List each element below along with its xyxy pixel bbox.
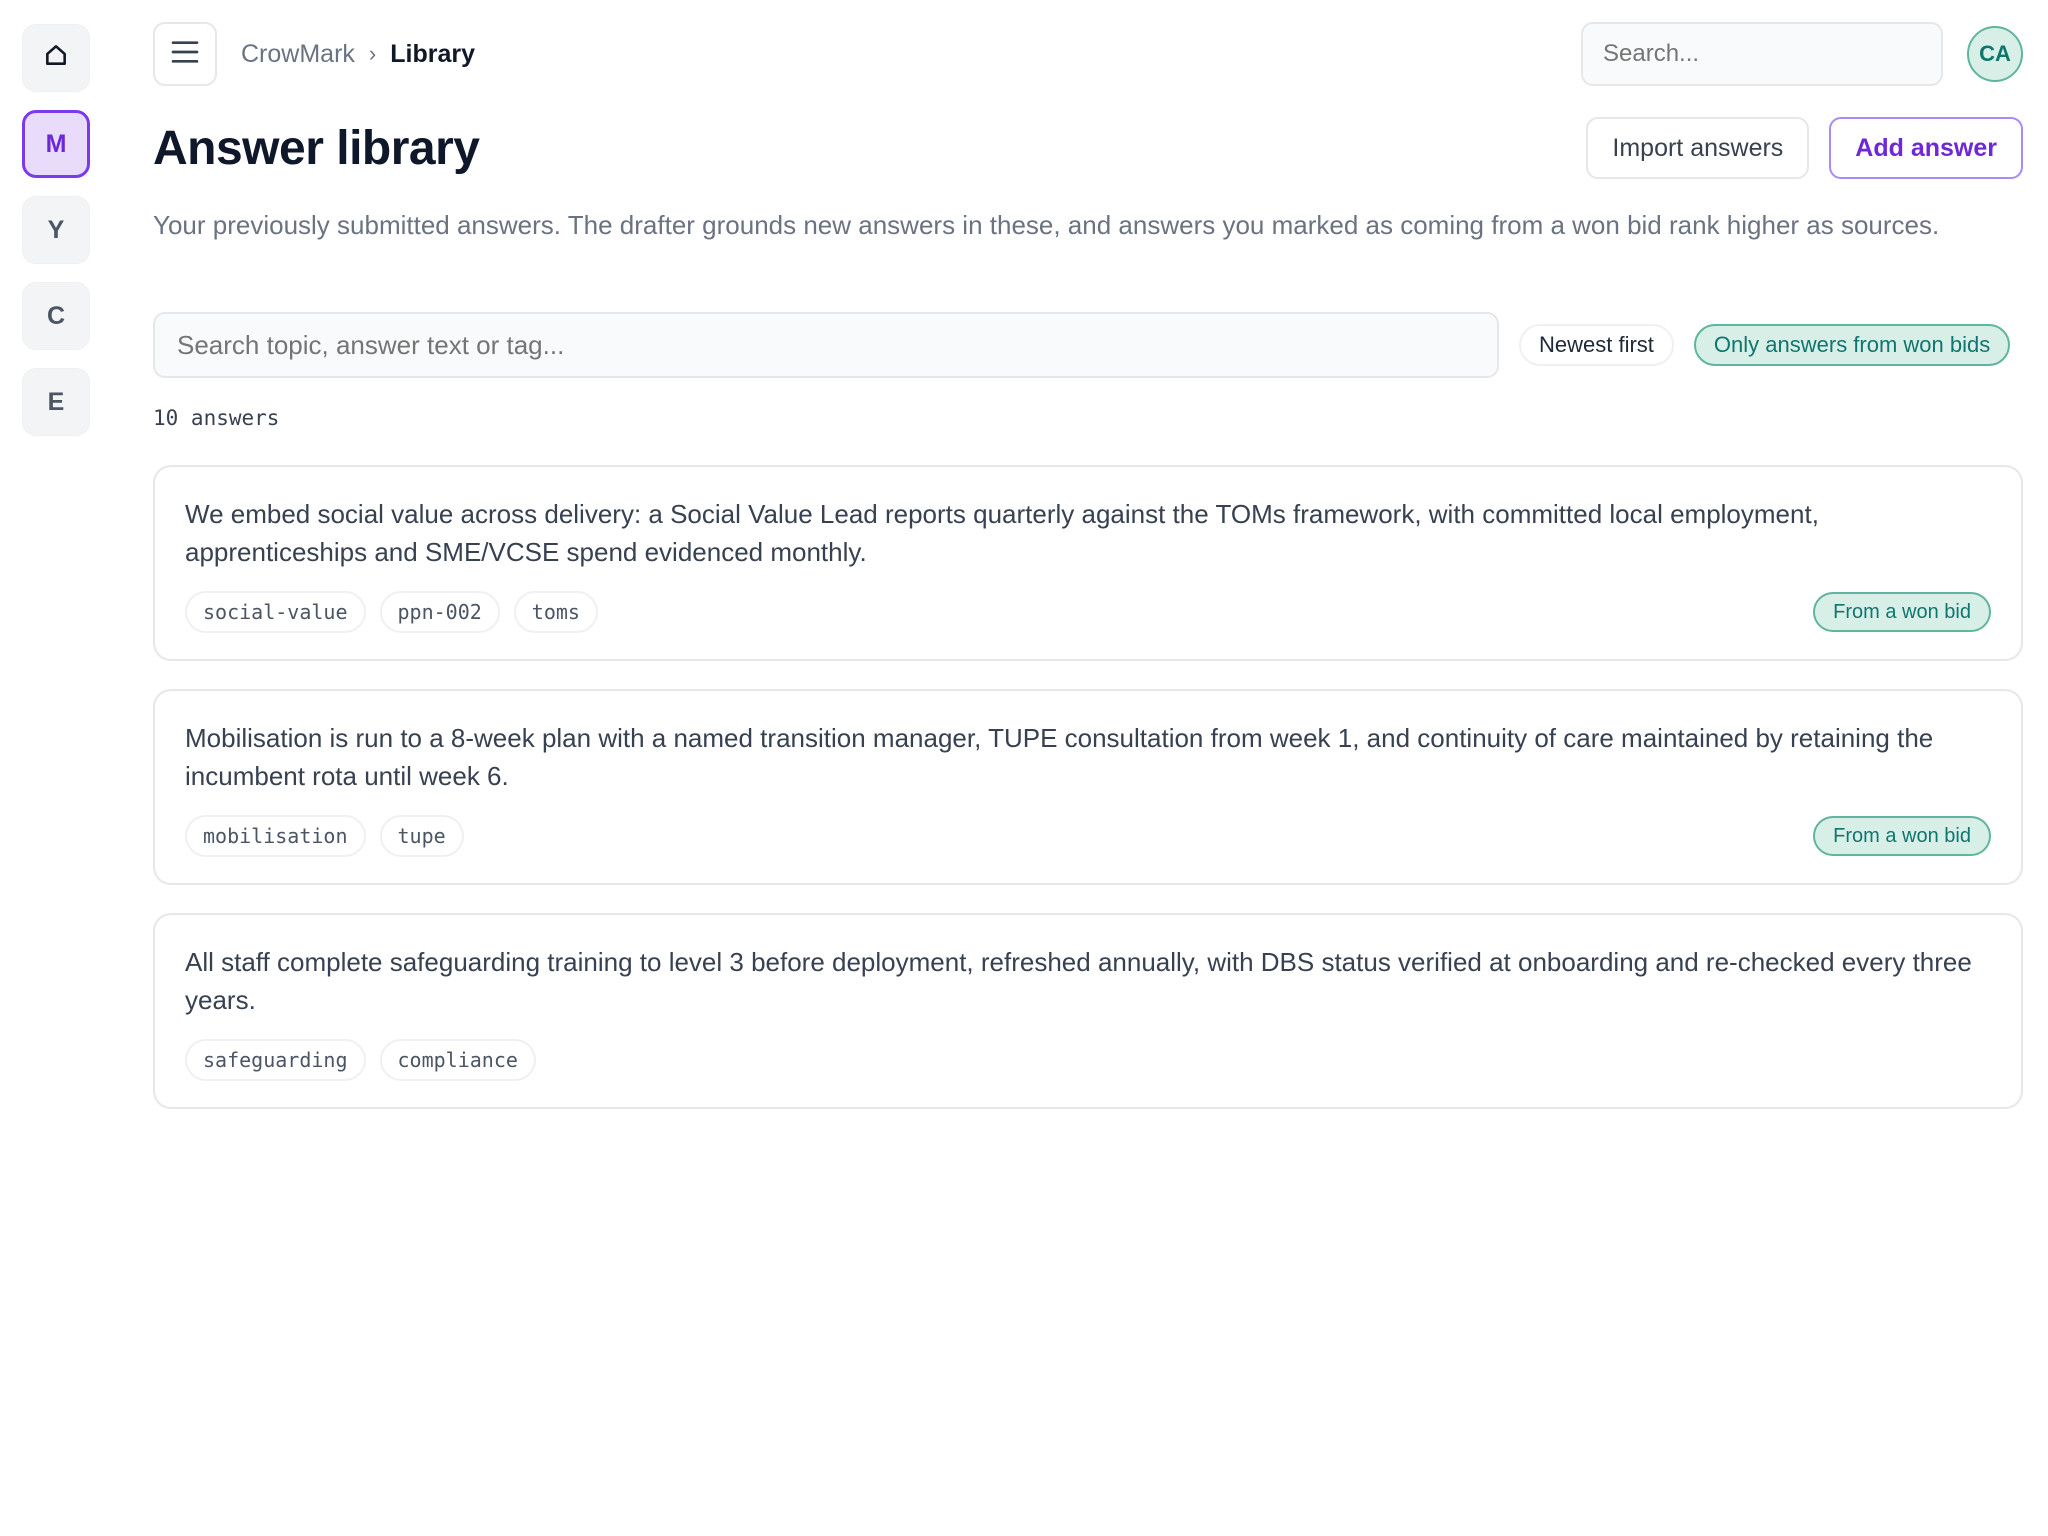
rail-workspace-y-button[interactable]: Y [22, 196, 90, 264]
won-bid-badge: From a won bid [1813, 592, 1991, 632]
page-header: Answer library Import answers Add answer [153, 116, 2023, 180]
sort-toggle[interactable]: Newest first [1519, 324, 1674, 366]
rail-home-button[interactable] [22, 24, 90, 92]
breadcrumb-root-link[interactable]: CrowMark [241, 40, 355, 69]
tag-chip[interactable]: safeguarding [185, 1039, 366, 1081]
global-search-input[interactable] [1581, 22, 1943, 86]
tag-list: social-value ppn-002 toms [185, 591, 598, 633]
won-bids-filter-toggle[interactable]: Only answers from won bids [1693, 324, 2011, 366]
top-bar: CrowMark › Library CA [153, 22, 2023, 86]
tag-chip[interactable]: ppn-002 [379, 591, 500, 633]
won-bid-badge: From a won bid [1813, 816, 1991, 856]
tag-chip[interactable]: tupe [379, 815, 464, 857]
answer-list: We embed social value across delivery: a… [153, 465, 2023, 1137]
page-title: Answer library [153, 121, 480, 175]
rail-workspace-c-button[interactable]: C [22, 282, 90, 350]
answer-card[interactable]: All staff complete safeguarding training… [153, 913, 2023, 1109]
tag-chip[interactable]: compliance [379, 1039, 536, 1081]
tag-chip[interactable]: toms [513, 591, 598, 633]
tag-list: mobilisation tupe [185, 815, 464, 857]
app-rail: M Y C E [0, 0, 112, 1536]
filter-bar: Newest first Only answers from won bids [153, 312, 2023, 378]
rail-workspace-m-button[interactable]: M [22, 110, 90, 178]
add-answer-button[interactable]: Add answer [1829, 117, 2023, 179]
answer-card[interactable]: Mobilisation is run to a 8-week plan wit… [153, 689, 2023, 885]
tag-chip[interactable]: mobilisation [185, 815, 366, 857]
tag-list: safeguarding compliance [185, 1039, 536, 1081]
breadcrumb: CrowMark › Library [241, 40, 475, 69]
answer-text: We embed social value across delivery: a… [185, 499, 1819, 567]
menu-button[interactable] [153, 22, 217, 86]
breadcrumb-current: Library [390, 39, 475, 68]
answer-search-input[interactable] [153, 312, 1499, 378]
answer-card[interactable]: We embed social value across delivery: a… [153, 465, 2023, 661]
import-answers-button[interactable]: Import answers [1586, 117, 1810, 179]
answer-text: All staff complete safeguarding training… [185, 947, 1972, 1015]
tag-chip[interactable]: social-value [185, 591, 366, 633]
page-description: Your previously submitted answers. The d… [153, 210, 1940, 240]
breadcrumb-separator: › [368, 41, 377, 66]
hamburger-icon [169, 36, 201, 73]
home-icon [43, 42, 69, 75]
answer-count: 10 answers [153, 406, 280, 430]
answer-text: Mobilisation is run to a 8-week plan wit… [185, 723, 1934, 791]
avatar[interactable]: CA [1967, 26, 2023, 82]
rail-workspace-e-button[interactable]: E [22, 368, 90, 436]
